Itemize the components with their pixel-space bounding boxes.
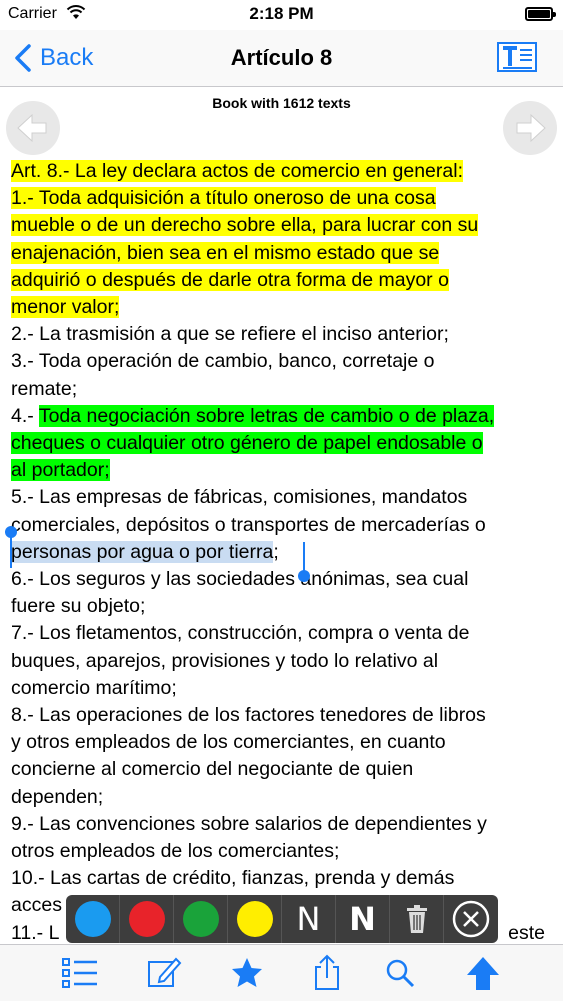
list-button[interactable] <box>60 953 100 993</box>
article-line: y otros empleados de los comerciantes, e… <box>11 731 446 754</box>
trash-icon <box>406 905 427 933</box>
article-line: 9.- Las convenciones sobre salarios de d… <box>11 812 487 835</box>
article-line: 7.- Los fletamentos, construcción, compr… <box>11 622 470 645</box>
article-line: comercio marítimo; <box>11 676 177 699</box>
article-line: comerciales, depósitos o transportes de … <box>11 513 486 536</box>
article-line: adquirió o después de darle otra forma d… <box>11 268 449 291</box>
search-icon <box>386 959 415 988</box>
highlight-toolbar: N N <box>66 895 498 943</box>
article-line: este <box>508 921 545 944</box>
article-line: ; <box>273 540 279 563</box>
highlight-red-button[interactable] <box>120 895 174 943</box>
previous-article-button[interactable] <box>6 101 60 155</box>
edit-icon <box>148 957 182 987</box>
note-label: N <box>296 900 321 938</box>
article-line: 2.- La trasmisión a que se refiere el in… <box>11 323 449 346</box>
star-icon <box>232 958 262 987</box>
highlight-green-button[interactable] <box>174 895 228 943</box>
note-button[interactable]: N <box>282 895 336 943</box>
selection-end-handle[interactable] <box>298 542 310 582</box>
article-line: Art. 8.- La ley declara actos de comerci… <box>11 160 463 182</box>
article-line: fuere su objeto; <box>11 595 146 618</box>
next-article-button[interactable] <box>503 101 557 155</box>
bold-note-button[interactable]: N <box>336 895 390 943</box>
highlight-blue-button[interactable] <box>66 895 120 943</box>
book-info: Book with 1612 texts <box>212 95 351 111</box>
battery-icon <box>525 7 556 21</box>
article-line: 8.- Las operaciones de los factores tene… <box>11 704 486 727</box>
bottom-toolbar <box>0 944 563 1001</box>
list-icon <box>62 958 97 988</box>
edit-button[interactable] <box>144 953 184 993</box>
article-line: 11.- L <box>11 921 60 944</box>
red-color-icon <box>128 901 165 937</box>
highlight-yellow-button[interactable] <box>228 895 282 943</box>
article-line: mueble o de un derecho sobre ella, para … <box>11 214 479 237</box>
article-line: remate; <box>11 377 78 400</box>
article-line: enajenación, bien sea en el mismo estado… <box>11 241 440 264</box>
article-line: 4.- <box>11 404 39 427</box>
article-line: 5.- Las empresas de fábricas, comisiones… <box>11 486 468 509</box>
status-bar: Carrier 2:18 PM <box>0 0 563 30</box>
status-time: 2:18 PM <box>249 4 314 23</box>
green-color-icon <box>182 901 219 937</box>
article-line: menor valor; <box>11 296 120 319</box>
yellow-color-icon <box>236 901 273 937</box>
close-toolbar-button[interactable] <box>444 895 498 943</box>
arrow-up-icon <box>467 957 499 990</box>
article-line: acces <box>11 894 62 917</box>
article-line: 3.- Toda operación de cambio, banco, cor… <box>11 350 435 373</box>
article-line: concierne al comercio del negociante de … <box>11 758 414 781</box>
arrow-left-icon <box>17 113 47 143</box>
navigation-bar: Back Artículo 8 <box>0 30 563 87</box>
article-line: 10.- Las cartas de crédito, fianzas, pre… <box>11 867 455 890</box>
delete-highlight-button[interactable] <box>390 895 444 943</box>
article-line: cheques o cualquier otro género de papel… <box>11 432 483 455</box>
favorite-button[interactable] <box>227 953 267 993</box>
search-button[interactable] <box>380 953 420 993</box>
arrow-right-icon <box>516 113 546 143</box>
selection-start-handle[interactable] <box>5 526 17 568</box>
page-title: Artículo 8 <box>230 45 333 70</box>
bold-note-label: N <box>349 900 376 938</box>
article-line: al portador; <box>11 459 110 482</box>
article-text[interactable]: Art. 8.- La ley declara actos de comerci… <box>11 158 556 947</box>
blue-color-icon <box>74 901 111 937</box>
selected-text: personas por agua o por tierra <box>11 540 274 563</box>
article-line: 6.- Los seguros y las sociedades anónima… <box>11 568 469 591</box>
article-line: buques, aparejos, provisiones y todo lo … <box>11 649 439 672</box>
article-line: Toda negociación sobre letras de cambio … <box>38 404 495 427</box>
share-icon <box>315 954 339 990</box>
scroll-top-button[interactable] <box>463 953 503 993</box>
share-button[interactable] <box>307 953 347 993</box>
article-line: dependen; <box>11 785 104 808</box>
text-format-icon[interactable] <box>497 42 537 72</box>
article-line: otros empleados de los comerciantes; <box>11 840 340 863</box>
close-icon <box>452 900 490 938</box>
article-line: 1.- Toda adquisición a título oneroso de… <box>11 187 436 210</box>
